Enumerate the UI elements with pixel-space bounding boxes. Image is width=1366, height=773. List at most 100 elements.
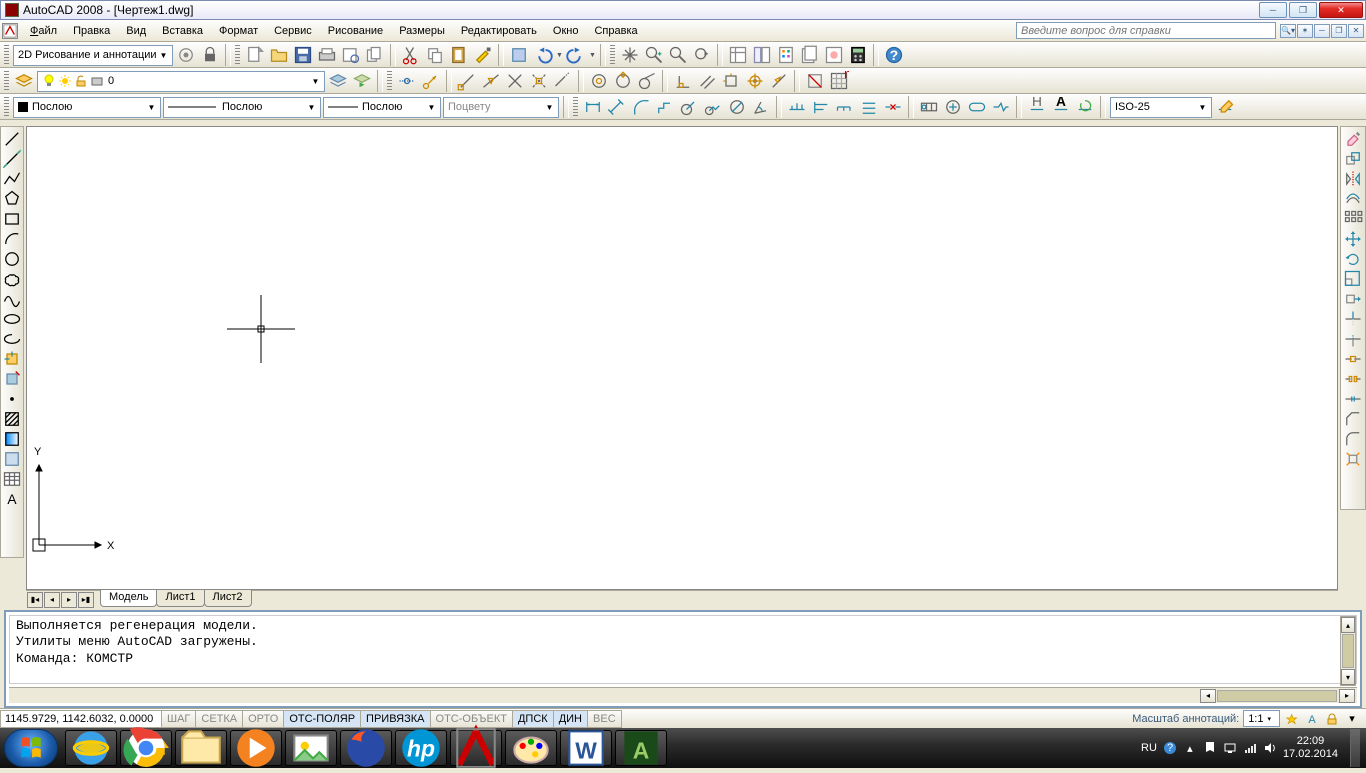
doc-minimize-button[interactable]: ─	[1314, 24, 1330, 38]
offset-icon[interactable]	[1342, 189, 1364, 209]
tolerance-icon[interactable]	[918, 96, 940, 118]
taskbar-media-player-icon[interactable]	[230, 730, 282, 766]
color-dropdown[interactable]: Послою ▼	[13, 97, 161, 118]
menu-edit[interactable]: Правка	[65, 23, 118, 39]
help-search-input[interactable]	[1016, 22, 1276, 39]
open-icon[interactable]	[268, 44, 290, 66]
annotation-visibility-icon[interactable]	[1284, 711, 1300, 727]
new-icon[interactable]	[244, 44, 266, 66]
drawing-canvas[interactable]: X Y	[26, 126, 1338, 590]
dim-continue-icon[interactable]	[834, 96, 856, 118]
hatch-icon[interactable]	[1, 409, 23, 429]
snap-parallel-icon[interactable]	[696, 70, 718, 92]
menu-service[interactable]: Сервис	[266, 23, 320, 39]
menu-view[interactable]: Вид	[118, 23, 154, 39]
dim-ordinate-icon[interactable]	[654, 96, 676, 118]
menu-modify[interactable]: Редактировать	[453, 23, 545, 39]
snap-temp-track-icon[interactable]	[396, 70, 418, 92]
insert-block-icon[interactable]	[1, 349, 23, 369]
snap-insert-icon[interactable]	[720, 70, 742, 92]
inspection-icon[interactable]	[966, 96, 988, 118]
tray-help-icon[interactable]: ?	[1163, 741, 1177, 755]
snap-center-icon[interactable]	[588, 70, 610, 92]
tray-wired-network-icon[interactable]	[1223, 741, 1237, 755]
properties-icon[interactable]	[727, 44, 749, 66]
plot-icon[interactable]	[316, 44, 338, 66]
zoom-window-icon[interactable]	[667, 44, 689, 66]
cut-icon[interactable]	[400, 44, 422, 66]
region-icon[interactable]	[1, 449, 23, 469]
gradient-icon[interactable]	[1, 429, 23, 449]
menu-help[interactable]: Справка	[586, 23, 645, 39]
tab-layout1[interactable]: Лист1	[156, 590, 204, 607]
taskbar-ie-icon[interactable]	[65, 730, 117, 766]
zoom-realtime-icon[interactable]	[643, 44, 665, 66]
break-at-point-icon[interactable]	[1342, 349, 1364, 369]
ellipse-arc-icon[interactable]	[1, 329, 23, 349]
layer-properties-icon[interactable]	[13, 70, 35, 92]
status-tray-dropdown[interactable]: ▾	[1344, 711, 1360, 727]
match-properties-icon[interactable]	[472, 44, 494, 66]
scroll-up-icon[interactable]: ▴	[1341, 617, 1355, 633]
toolbar-grip[interactable]	[4, 97, 9, 117]
copy-icon[interactable]	[424, 44, 446, 66]
redo-icon[interactable]	[565, 44, 587, 66]
dim-baseline-icon[interactable]	[810, 96, 832, 118]
snap-intersection-icon[interactable]	[504, 70, 526, 92]
move-icon[interactable]	[1342, 229, 1364, 249]
command-history[interactable]: Выполняется регенерация модели. Утилиты …	[9, 615, 1357, 684]
table-icon[interactable]	[1, 469, 23, 489]
workspace-lock-icon[interactable]	[199, 44, 221, 66]
save-icon[interactable]	[292, 44, 314, 66]
toolbar-grip[interactable]	[387, 71, 392, 91]
dimstyle-manager-icon[interactable]	[1214, 96, 1236, 118]
jogged-linear-icon[interactable]	[990, 96, 1012, 118]
circle-icon[interactable]	[1, 249, 23, 269]
mirror-icon[interactable]	[1342, 169, 1364, 189]
layer-dropdown[interactable]: 0 ▼	[37, 71, 325, 92]
show-desktop-button[interactable]	[1350, 729, 1360, 767]
close-button[interactable]: ✕	[1319, 2, 1363, 18]
snap-perpendicular-icon[interactable]	[672, 70, 694, 92]
minimize-button[interactable]: ─	[1259, 2, 1287, 18]
dimstyle-dropdown[interactable]: ISO-25 ▼	[1110, 97, 1212, 118]
point-icon[interactable]	[1, 389, 23, 409]
taskbar-explorer-icon[interactable]	[175, 730, 227, 766]
center-mark-icon[interactable]	[942, 96, 964, 118]
rectangle-icon[interactable]	[1, 209, 23, 229]
layer-previous-icon[interactable]	[351, 70, 373, 92]
markup-manager-icon[interactable]	[823, 44, 845, 66]
tab-last-button[interactable]: ▸▮	[78, 592, 94, 608]
chamfer-icon[interactable]	[1342, 409, 1364, 429]
dim-space-icon[interactable]	[858, 96, 880, 118]
undo-icon[interactable]	[532, 44, 554, 66]
join-icon[interactable]	[1342, 389, 1364, 409]
dim-linear-icon[interactable]	[582, 96, 604, 118]
snap-quadrant-icon[interactable]	[612, 70, 634, 92]
annotation-autoscale-icon[interactable]: A	[1304, 711, 1320, 727]
scroll-right-icon[interactable]: ▸	[1339, 689, 1355, 703]
stretch-icon[interactable]	[1342, 289, 1364, 309]
menu-insert[interactable]: Вставка	[154, 23, 211, 39]
mtext-icon[interactable]: A	[1, 489, 23, 509]
workspace-dropdown[interactable]: 2D Рисование и аннотации ▼	[13, 45, 173, 66]
fillet-icon[interactable]	[1342, 429, 1364, 449]
tab-layout2[interactable]: Лист2	[204, 590, 252, 607]
annotation-scale-dropdown[interactable]: 1:1	[1243, 710, 1280, 727]
menu-format[interactable]: Формат	[211, 23, 266, 39]
taskbar-hp-icon[interactable]: hp	[395, 730, 447, 766]
toolbar-grip[interactable]	[235, 45, 240, 65]
snap-midpoint-icon[interactable]	[480, 70, 502, 92]
dim-radius-icon[interactable]	[678, 96, 700, 118]
snap-apparent-icon[interactable]	[528, 70, 550, 92]
ellipse-icon[interactable]	[1, 309, 23, 329]
revision-cloud-icon[interactable]	[1, 269, 23, 289]
scroll-left-icon[interactable]: ◂	[1200, 689, 1216, 703]
plotstyle-dropdown[interactable]: Поцвету ▼	[443, 97, 559, 118]
line-icon[interactable]	[1, 129, 23, 149]
doc-restore-button[interactable]: ❐	[1331, 24, 1347, 38]
taskbar-autocad-app-icon[interactable]: A	[615, 730, 667, 766]
workspace-settings-icon[interactable]	[175, 44, 197, 66]
array-icon[interactable]	[1342, 209, 1364, 229]
tool-palettes-icon[interactable]	[775, 44, 797, 66]
